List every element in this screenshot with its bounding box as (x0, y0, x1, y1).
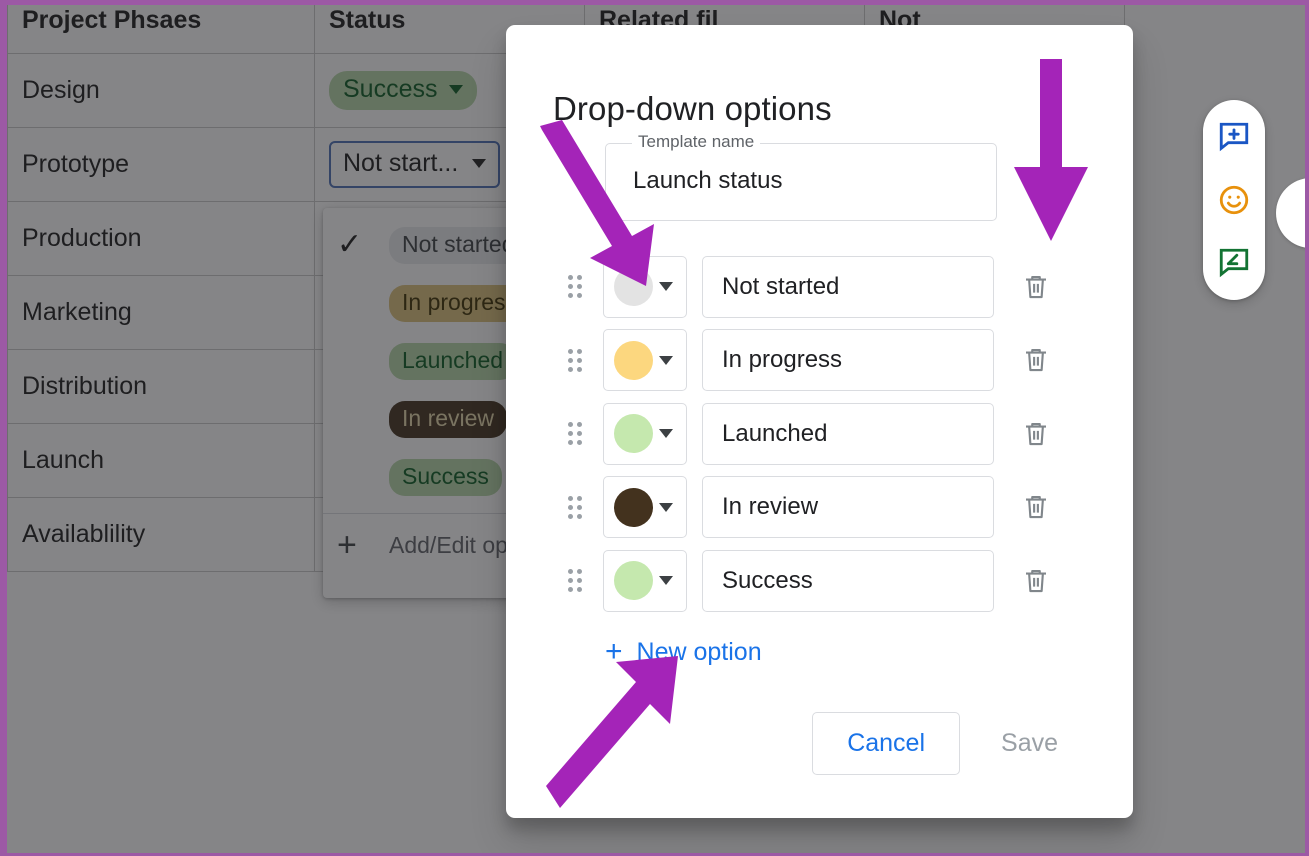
drag-handle-icon[interactable] (563, 566, 587, 596)
option-rows-list: Not started In progress Launched In revi… (506, 250, 1133, 618)
color-swatch (614, 414, 653, 454)
page-frame-right (1305, 0, 1309, 856)
drag-handle-icon[interactable] (563, 345, 587, 375)
chevron-down-icon (659, 355, 673, 365)
option-color-select[interactable] (603, 329, 687, 392)
chevron-down-icon (659, 282, 673, 292)
drag-handle-icon[interactable] (563, 419, 587, 449)
option-name-input[interactable]: Not started (702, 255, 994, 318)
save-button[interactable]: Save (966, 712, 1093, 775)
drag-handle-icon[interactable] (563, 492, 587, 522)
comment-toolbar[interactable] (1203, 100, 1265, 300)
cancel-button[interactable]: Cancel (812, 712, 961, 775)
delete-option-button[interactable] (1014, 412, 1058, 456)
delete-option-button[interactable] (1014, 338, 1058, 382)
option-name-input[interactable]: In progress (702, 329, 994, 392)
page-frame-left (0, 0, 7, 856)
color-swatch (614, 340, 653, 380)
screenshot-root: Project Phsaes Status Related fil Not De… (0, 0, 1309, 856)
template-name-field[interactable]: Template name Launch status (605, 132, 997, 221)
option-name-input[interactable]: In review (702, 476, 994, 539)
annotation-arrow-down-left (540, 120, 654, 286)
chevron-down-icon (659, 502, 673, 512)
annotation-arrow-down (1014, 59, 1088, 241)
delete-option-button[interactable] (1014, 485, 1058, 529)
option-row: In progress (506, 324, 1133, 398)
add-emoji-reaction-icon[interactable] (1214, 180, 1254, 220)
delete-option-button[interactable] (1014, 265, 1058, 309)
annotation-arrow-up-right (546, 656, 678, 808)
chevron-down-icon (659, 429, 673, 439)
option-name-input[interactable]: Success (702, 549, 994, 612)
add-comment-icon[interactable] (1214, 117, 1254, 157)
suggest-edit-icon[interactable] (1214, 243, 1254, 283)
chevron-down-icon (659, 576, 673, 586)
option-row: Success (506, 544, 1133, 618)
option-row: Launched (506, 397, 1133, 471)
option-color-select[interactable] (603, 549, 687, 612)
option-color-select[interactable] (603, 402, 687, 465)
option-color-select[interactable] (603, 476, 687, 539)
delete-option-button[interactable] (1014, 559, 1058, 603)
option-name-input[interactable]: Launched (702, 402, 994, 465)
color-swatch (614, 487, 653, 527)
option-row: In review (506, 471, 1133, 545)
page-frame-top (0, 0, 1309, 5)
color-swatch (614, 561, 653, 601)
